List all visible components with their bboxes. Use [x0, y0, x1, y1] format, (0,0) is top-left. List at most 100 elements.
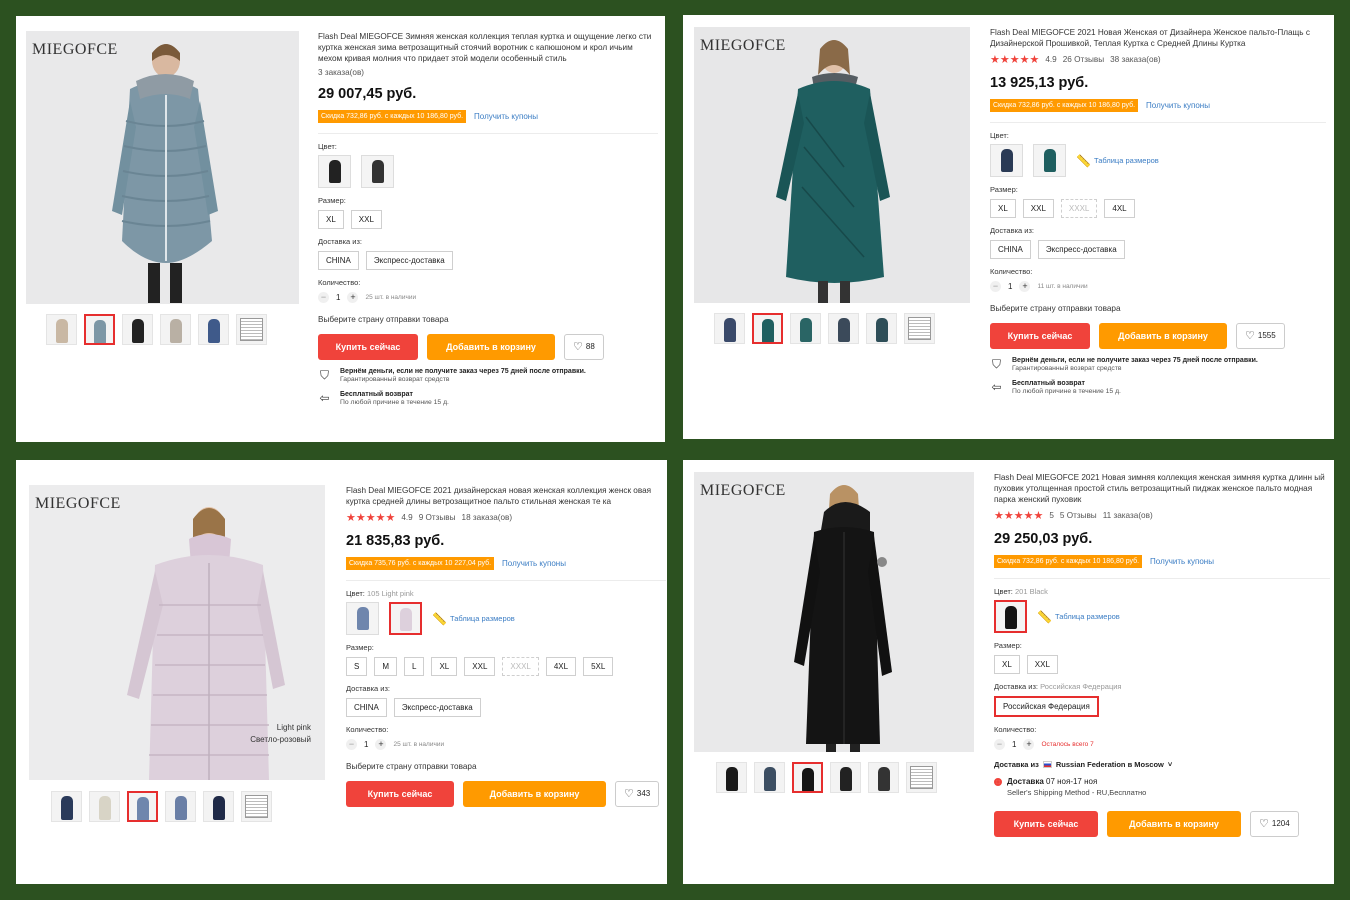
delivery-option[interactable]: Доставка 07 ноя-17 ноя Seller's Shipping…: [994, 777, 1330, 797]
color-swatch[interactable]: [389, 602, 422, 635]
quantity-decrease-button[interactable]: −: [346, 739, 357, 750]
ship-from-option[interactable]: Экспресс-доставка: [393, 698, 481, 717]
reviews-link[interactable]: 26 Отзывы: [1063, 55, 1104, 64]
size-option[interactable]: XXXL: [1060, 199, 1098, 218]
reviews-link[interactable]: 5 Отзывы: [1060, 511, 1097, 520]
heart-icon: ♡: [1245, 330, 1255, 342]
size-table-link[interactable]: 📏 Таблица размеров: [432, 612, 515, 626]
thumbnail[interactable]: [754, 762, 785, 793]
thumbnail[interactable]: [866, 313, 897, 344]
color-swatch[interactable]: [318, 155, 351, 188]
size-option[interactable]: XXL: [1026, 655, 1058, 674]
ship-from-option[interactable]: CHINA: [990, 240, 1031, 259]
thumbnail[interactable]: [790, 313, 821, 344]
thumbnail[interactable]: [84, 314, 115, 345]
thumbnail[interactable]: [160, 314, 191, 345]
quantity-value[interactable]: 1: [1012, 740, 1016, 749]
product-photo[interactable]: MIEGOFCE Light pink Светло-розовый: [29, 485, 325, 780]
add-to-cart-button[interactable]: Добавить в корзину: [1107, 811, 1241, 837]
product-photo[interactable]: MIEGOFCE: [694, 27, 970, 303]
size-option[interactable]: 4XL: [1104, 199, 1135, 218]
get-coupons-link[interactable]: Получить купоны: [502, 559, 566, 568]
wishlist-button[interactable]: ♡ 343: [615, 781, 660, 807]
thumbnail[interactable]: [830, 762, 861, 793]
size-table-link[interactable]: 📏 Таблица размеров: [1076, 154, 1159, 168]
thumbnail[interactable]: [792, 762, 823, 793]
color-swatch[interactable]: [990, 144, 1023, 177]
thumbnail[interactable]: [714, 313, 745, 344]
size-option[interactable]: XXL: [464, 657, 496, 676]
ship-from-option[interactable]: CHINA: [318, 251, 359, 270]
color-swatch[interactable]: [361, 155, 394, 188]
size-option[interactable]: XXL: [350, 210, 382, 229]
size-table-link[interactable]: 📏 Таблица размеров: [1037, 610, 1120, 624]
get-coupons-link[interactable]: Получить купоны: [474, 112, 538, 121]
buy-now-button[interactable]: Купить сейчас: [994, 811, 1098, 837]
thumbnail-size-chart[interactable]: [906, 762, 937, 793]
thumbnail-size-chart[interactable]: [241, 791, 272, 822]
thumbnail[interactable]: [203, 791, 234, 822]
quantity-increase-button[interactable]: +: [347, 292, 359, 303]
thumbnail[interactable]: [127, 791, 158, 822]
buy-now-button[interactable]: Купить сейчас: [318, 334, 418, 360]
size-label: Размер:: [318, 196, 346, 205]
buy-now-button[interactable]: Купить сейчас: [346, 781, 454, 807]
size-option[interactable]: 5XL: [583, 657, 614, 676]
get-coupons-link[interactable]: Получить купоны: [1146, 101, 1210, 110]
quantity-decrease-button[interactable]: −: [990, 281, 1001, 292]
quantity-decrease-button[interactable]: −: [994, 739, 1005, 750]
quantity-increase-button[interactable]: +: [1019, 281, 1031, 292]
add-to-cart-button[interactable]: Добавить в корзину: [1099, 323, 1227, 349]
divider: [318, 133, 658, 134]
size-option[interactable]: L: [404, 657, 425, 676]
color-swatch[interactable]: [994, 600, 1027, 633]
thumbnail[interactable]: [165, 791, 196, 822]
add-to-cart-button[interactable]: Добавить в корзину: [427, 334, 555, 360]
product-photo[interactable]: MIEGOFCE: [694, 472, 974, 752]
size-option[interactable]: XL: [990, 199, 1016, 218]
thumbnail[interactable]: [198, 314, 229, 345]
ship-from-label: Доставка из:: [990, 226, 1035, 235]
size-option[interactable]: S: [346, 657, 368, 676]
quantity-value[interactable]: 1: [336, 293, 340, 302]
quantity-value[interactable]: 1: [364, 740, 368, 749]
quantity-value[interactable]: 1: [1008, 282, 1012, 291]
delivery-destination[interactable]: Доставка из Russian Federation в Moscow …: [994, 760, 1330, 769]
wishlist-button[interactable]: ♡ 1204: [1250, 811, 1299, 837]
thumbnail[interactable]: [46, 314, 77, 345]
size-option[interactable]: XL: [318, 210, 344, 229]
wishlist-button[interactable]: ♡ 1555: [1236, 323, 1285, 349]
thumbnail-size-chart[interactable]: [904, 313, 935, 344]
thumbnail[interactable]: [716, 762, 747, 793]
thumbnail[interactable]: [828, 313, 859, 344]
ship-from-option[interactable]: Экспресс-доставка: [365, 251, 453, 270]
reviews-link[interactable]: 9 Отзывы: [419, 513, 456, 522]
size-option[interactable]: 4XL: [545, 657, 577, 676]
color-swatch[interactable]: [346, 602, 379, 635]
stock-availability: 25 шт. в наличии: [365, 294, 417, 301]
thumbnail[interactable]: [89, 791, 120, 822]
thumbnail[interactable]: [752, 313, 783, 344]
color-swatch[interactable]: [1033, 144, 1066, 177]
size-option[interactable]: XL: [431, 657, 458, 676]
quantity-decrease-button[interactable]: −: [318, 292, 329, 303]
quantity-increase-button[interactable]: +: [1023, 739, 1035, 750]
size-option[interactable]: XXXL: [502, 657, 539, 676]
thumbnail[interactable]: [122, 314, 153, 345]
add-to-cart-button[interactable]: Добавить в корзину: [463, 781, 606, 807]
get-coupons-link[interactable]: Получить купоны: [1150, 557, 1214, 566]
thumbnail-size-chart[interactable]: [236, 314, 267, 345]
ship-from-option[interactable]: Экспресс-доставка: [1037, 240, 1125, 259]
size-option[interactable]: XL: [994, 655, 1020, 674]
ship-from-option[interactable]: Российская Федерация: [994, 696, 1099, 717]
guarantee-title: Вернём деньги, если не получите заказ че…: [340, 368, 586, 375]
ship-from-option[interactable]: CHINA: [346, 698, 387, 717]
size-option[interactable]: XXL: [1022, 199, 1054, 218]
quantity-increase-button[interactable]: +: [375, 739, 387, 750]
thumbnail[interactable]: [868, 762, 899, 793]
wishlist-button[interactable]: ♡ 88: [564, 334, 604, 360]
thumbnail[interactable]: [51, 791, 82, 822]
buy-now-button[interactable]: Купить сейчас: [990, 323, 1090, 349]
size-option[interactable]: M: [374, 657, 398, 676]
product-photo[interactable]: MIEGOFCE: [26, 31, 299, 304]
